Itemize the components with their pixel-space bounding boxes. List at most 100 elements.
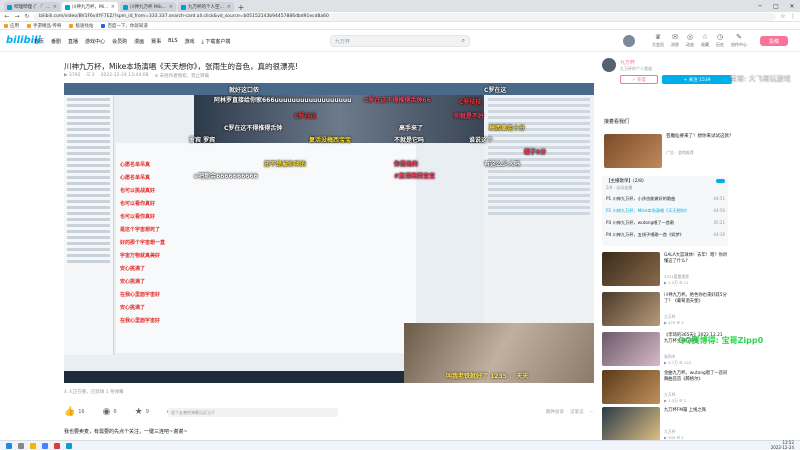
- bookmark-item[interactable]: 极速找站: [69, 23, 93, 29]
- search-icon[interactable]: ⌕: [462, 37, 465, 45]
- nav-item[interactable]: 直播: [68, 38, 78, 45]
- recommendation-card[interactable]: GALA大篮球体！去年！嗯？你听懂这了什么? 3321爱看视频 ▶ 1.2万 ☰ 1…: [602, 252, 730, 286]
- header-favorite[interactable]: ☆ 收藏: [701, 34, 709, 48]
- star-icon[interactable]: ☆: [780, 13, 786, 20]
- browser-tab-active[interactable]: 川神九万杯，Mike本场演唱《天天想你》×: [62, 2, 118, 12]
- reload-icon[interactable]: ↻: [24, 13, 30, 20]
- nav-item[interactable]: 漫画: [134, 38, 144, 45]
- header-message[interactable]: ✉ 消息: [671, 34, 679, 48]
- close-tab-icon[interactable]: ×: [111, 4, 115, 10]
- nav-item[interactable]: BLS: [168, 38, 177, 45]
- chat-line: 也可以看你真好: [120, 214, 156, 220]
- video-player[interactable]: 心愿名单吊真 心愿名单吊真 也可以挑战真好 也可以看你真好 也可以看你真好 是这…: [64, 83, 594, 383]
- browser-tab[interactable]: 哔哩哔哩 (゜-゜)つロ 干杯~-bilibili×: [4, 2, 60, 12]
- close-tab-icon[interactable]: ×: [53, 4, 57, 10]
- nav-item[interactable]: 游戏: [185, 38, 195, 45]
- uploader-name[interactable]: 九万杯: [620, 59, 635, 66]
- minimize-icon[interactable]: ─: [752, 0, 768, 12]
- nav-item[interactable]: 会员购: [112, 38, 127, 45]
- more-icon[interactable]: ⋯: [590, 410, 595, 415]
- copyright-note: ⊘ 未经作者授权，禁止转载: [154, 74, 210, 79]
- recommendation-thumbnail[interactable]: [602, 252, 660, 286]
- like-button[interactable]: 👍 16: [64, 407, 85, 417]
- header-vip[interactable]: ♛ 大会员: [652, 34, 664, 48]
- recommendation-title[interactable]: 川神九万杯。绝色你也来好跃5分了？《葡萄酒天使》: [664, 293, 728, 304]
- search-icon[interactable]: [18, 442, 24, 449]
- chat-line: 安心挑满了: [120, 266, 146, 272]
- menu-icon[interactable]: ⋮: [790, 13, 796, 20]
- coin-button[interactable]: ◉ 6: [103, 407, 117, 417]
- danmaku-comment: C罗在这: [484, 87, 507, 94]
- nav-item[interactable]: 赛事: [151, 38, 161, 45]
- browser-tab[interactable]: 九万杯的个人空间-哔哩哔哩×: [178, 2, 234, 12]
- uploader-avatar[interactable]: [602, 58, 616, 72]
- autoplay-toggle[interactable]: [716, 179, 725, 183]
- report-link[interactable]: 稿件投诉: [546, 409, 564, 415]
- playlist-item[interactable]: P4 川神九万杯，五线子唱歌一首《如梦》: [606, 232, 724, 238]
- browser-icon[interactable]: [42, 442, 48, 449]
- chat-line: 心愿名单吊真: [120, 162, 151, 168]
- nav-item[interactable]: 番剧: [51, 38, 61, 45]
- recommendation-card[interactable]: 川神九万杯。绝色你也来好跃5分了？《葡萄酒天使》 九万杯 ▶ 470 ☰ 0: [602, 292, 730, 326]
- system-clock: 13:52 2022-12-24: [770, 440, 794, 450]
- bilibili-icon[interactable]: [66, 442, 72, 449]
- upload-button[interactable]: 投稿: [760, 36, 788, 46]
- app-icon[interactable]: [54, 442, 60, 449]
- nav-item[interactable]: 首页: [34, 38, 44, 45]
- browser-tab[interactable]: 川神九万杯 Mike本场演唱×: [120, 2, 176, 12]
- playlist-item[interactable]: P1 川神九万杯，小孩也能做好的歌曲: [606, 196, 724, 202]
- recommendation-thumbnail[interactable]: [602, 407, 660, 440]
- danmaku-input[interactable]: 发个友善的弹幕见证当下: [168, 408, 338, 417]
- header-creator[interactable]: ✎ 创作中心: [731, 34, 747, 48]
- bookmarks-bar: 应用 手游精品·传奇 极速找站 百度一下，你就知道: [0, 22, 800, 30]
- recommendation-thumbnail[interactable]: [602, 332, 660, 366]
- forward-icon[interactable]: →: [14, 13, 20, 20]
- recommendation-card[interactable]: 九万杯FM篇 上线之殇 九万杯 ▶ 540 ☰ 2: [602, 407, 730, 440]
- chat-line: 好的那个宇宙想一直: [120, 240, 166, 246]
- nav-item-download[interactable]: ⤓ 下载客户端: [202, 38, 231, 45]
- bookmark-item[interactable]: 应用: [4, 23, 19, 29]
- recommendation-card[interactable]: 金曲九万杯。wutong唱了一首同舞曲首首《腾格尔》 九万杯 ▶ 1.3万 ☰ 1: [602, 370, 730, 404]
- bookmark-item[interactable]: 百度一下，你就知道: [101, 23, 148, 29]
- close-window-icon[interactable]: ✕: [784, 0, 800, 12]
- ad-title[interactable]: 芸魔仙要来了！想你来试试这款？: [666, 134, 736, 140]
- address-bar: ← → ↻ bilibili.com/video/BV1F6v4YF7EZ/?s…: [0, 12, 800, 22]
- url-input[interactable]: bilibili.com/video/BV1F6v4YF7EZ/?spm_id_…: [34, 12, 776, 21]
- close-tab-icon[interactable]: ×: [227, 4, 231, 10]
- danmaku-comment: 就好这口侬: [229, 87, 260, 94]
- collect-button[interactable]: ★ 9: [135, 407, 149, 417]
- recommendation-thumbnail[interactable]: [602, 370, 660, 404]
- playlist-item-current[interactable]: P2 川神九万杯，Mike本场演唱《天天想你》: [606, 208, 724, 214]
- recommendation-thumbnail[interactable]: [602, 292, 660, 326]
- note-link[interactable]: 记笔记: [570, 409, 584, 415]
- ad-subtitle: 广告 · 游戏推荐: [666, 150, 694, 155]
- close-tab-icon[interactable]: ×: [169, 4, 173, 10]
- chat-line: 也可以挑战真好: [120, 188, 156, 194]
- browser-tab-bar: 哔哩哔哩 (゜-゜)つロ 干杯~-bilibili× 川神九万杯，Mike本场演…: [0, 0, 800, 12]
- recommendation-stats: ▶ 470 ☰ 0: [664, 320, 684, 325]
- danmaku-comment: 还不是被你哄的: [264, 161, 307, 168]
- maximize-icon[interactable]: □: [768, 0, 784, 12]
- charge-button[interactable]: ⚡ 充电: [620, 75, 658, 84]
- nav-item[interactable]: 游戏中心: [85, 38, 105, 45]
- recommendation-title[interactable]: 金曲九万杯。wutong唱了一首同舞曲首首《腾格尔》: [664, 371, 728, 382]
- start-icon[interactable]: [6, 442, 12, 449]
- bookmark-item[interactable]: 手游精品·传奇: [27, 23, 61, 29]
- recommendation-title[interactable]: 九万杯FM篇 上线之殇: [664, 408, 728, 414]
- follow-button[interactable]: + 关注 1539: [662, 75, 732, 84]
- playlist-panel: 【主播歌单】(2/8) 2/8 · 自动连播 P1 川神九万杯，小孩也能做好的歌…: [602, 176, 728, 246]
- search-input[interactable]: 九万杯 ⌕: [330, 35, 470, 47]
- danmaku-comment: C罗在这: [294, 113, 317, 120]
- folder-icon[interactable]: [30, 442, 36, 449]
- danmaku-comment: C罗技技: [459, 99, 482, 106]
- ad-thumbnail[interactable]: [604, 134, 662, 168]
- recommendation-title[interactable]: GALA大篮球体！去年！嗯？你听懂这了什么?: [664, 253, 728, 264]
- header-dynamic[interactable]: ◎ 动态: [686, 34, 694, 48]
- ad-section-title: 接着看我们: [604, 119, 630, 125]
- playlist-item[interactable]: P3 川神九万杯，wutong唱了一首歌: [606, 220, 724, 226]
- header-history[interactable]: ◷ 历史: [716, 34, 724, 48]
- back-icon[interactable]: ←: [4, 13, 10, 20]
- user-avatar[interactable]: [622, 34, 636, 48]
- apps-icon: [4, 23, 8, 28]
- new-tab-icon[interactable]: +: [236, 2, 246, 12]
